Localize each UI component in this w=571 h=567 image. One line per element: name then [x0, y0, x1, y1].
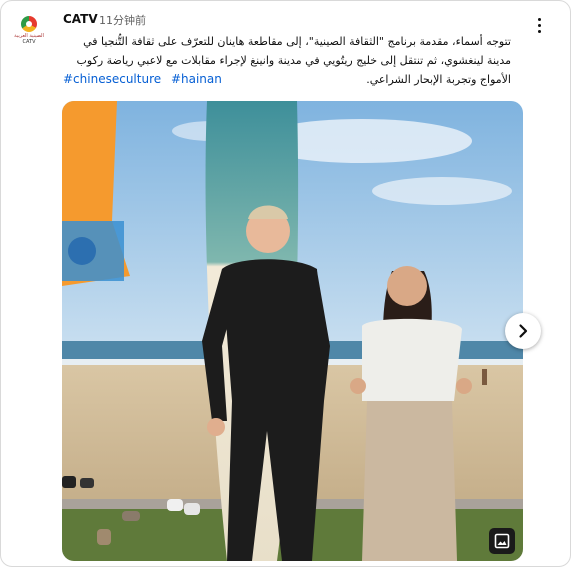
avatar-logo-sub: CATV	[22, 39, 36, 45]
more-vert-icon[interactable]	[529, 15, 549, 35]
hashtag-chineseculture[interactable]: #chineseculture	[63, 72, 161, 86]
channel-logo-icon	[21, 16, 37, 32]
hashtag-hainan[interactable]: #hainan	[171, 72, 222, 86]
hashtags: #chineseculture #hainan	[63, 72, 228, 86]
channel-name[interactable]: CATV	[63, 12, 98, 26]
channel-avatar[interactable]: الصينية العربية CATV	[11, 13, 47, 49]
post-time[interactable]: 11分钟前	[99, 12, 146, 28]
image-gallery-icon[interactable]	[489, 528, 515, 554]
next-image-button[interactable]	[505, 313, 541, 349]
gallery-glyph-icon	[494, 533, 510, 549]
chevron-right-icon	[519, 324, 528, 338]
post-card: الصينية العربية CATV CATV 11分钟前 تتوجه أس…	[0, 0, 571, 567]
post-image[interactable]	[62, 101, 523, 561]
